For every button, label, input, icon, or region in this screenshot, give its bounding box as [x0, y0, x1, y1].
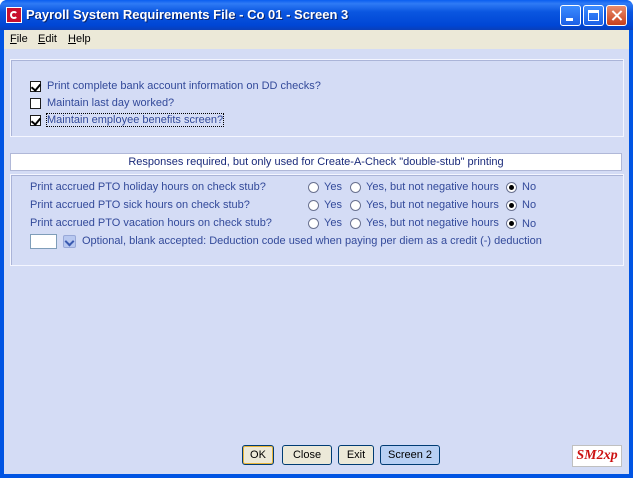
pto-vacation-yes-not-negative-label: Yes, but not negative hours — [366, 217, 499, 229]
pto-sick-question: Print accrued PTO sick hours on check st… — [30, 199, 250, 211]
pto-vacation-yes-label: Yes — [324, 217, 342, 229]
ok-button[interactable]: OK — [242, 445, 274, 465]
last-day-worked-label: Maintain last day worked? — [47, 97, 175, 109]
pto-holiday-yes-not-negative-label: Yes, but not negative hours — [366, 181, 499, 193]
deduction-code-input[interactable] — [30, 234, 57, 249]
menu-file[interactable]: File — [10, 33, 28, 45]
pto-vacation-no-radio[interactable] — [506, 218, 517, 229]
pto-vacation-yes-radio[interactable] — [308, 218, 319, 229]
pto-holiday-yes-not-negative-radio[interactable] — [350, 182, 361, 193]
bank-info-label: Print complete bank account information … — [47, 80, 321, 92]
app-icon[interactable] — [6, 7, 22, 23]
sm2xp-logo: SM2xp — [572, 445, 622, 467]
benefits-screen-checkbox[interactable] — [30, 115, 41, 126]
menu-bar: File Edit Help — [4, 30, 629, 49]
pto-holiday-no-label: No — [522, 181, 537, 193]
pto-sick-yes-label: Yes — [324, 199, 342, 211]
double-stub-banner: Responses required, but only used for Cr… — [10, 153, 622, 171]
menu-edit[interactable]: Edit — [38, 33, 57, 45]
pto-sick-yes-not-negative-label: Yes, but not negative hours — [366, 199, 499, 211]
last-day-worked-checkbox[interactable] — [30, 98, 41, 109]
menu-help[interactable]: Help — [68, 33, 91, 45]
title-bar: Payroll System Requirements File - Co 01… — [0, 0, 633, 30]
bank-info-checkbox[interactable] — [30, 81, 41, 92]
client-area: Print complete bank account information … — [4, 49, 629, 474]
window-title: Payroll System Requirements File - Co 01… — [26, 7, 349, 22]
exit-button[interactable]: Exit — [338, 445, 374, 465]
app-window: Payroll System Requirements File - Co 01… — [0, 0, 633, 478]
screen-2-button[interactable]: Screen 2 — [380, 445, 440, 465]
pto-sick-yes-radio[interactable] — [308, 200, 319, 211]
pto-holiday-yes-radio[interactable] — [308, 182, 319, 193]
deduction-code-label: Optional, blank accepted: Deduction code… — [82, 235, 542, 247]
pto-vacation-no-label: No — [522, 218, 537, 230]
maximize-button[interactable] — [583, 5, 604, 26]
close-button[interactable]: Close — [282, 445, 332, 465]
pto-holiday-question: Print accrued PTO holiday hours on check… — [30, 181, 266, 193]
pto-sick-yes-not-negative-radio[interactable] — [350, 200, 361, 211]
pto-holiday-yes-label: Yes — [324, 181, 342, 193]
minimize-button[interactable] — [560, 5, 581, 26]
pto-sick-no-radio[interactable] — [506, 200, 517, 211]
pto-vacation-yes-not-negative-radio[interactable] — [350, 218, 361, 229]
pto-sick-no-label: No — [522, 199, 537, 211]
close-window-button[interactable] — [606, 5, 627, 26]
pto-vacation-question: Print accrued PTO vacation hours on chec… — [30, 217, 272, 229]
benefits-screen-label: Maintain employee benefits screen? — [45, 113, 225, 127]
pto-holiday-no-radio[interactable] — [506, 182, 517, 193]
chevron-down-icon[interactable] — [63, 235, 76, 248]
